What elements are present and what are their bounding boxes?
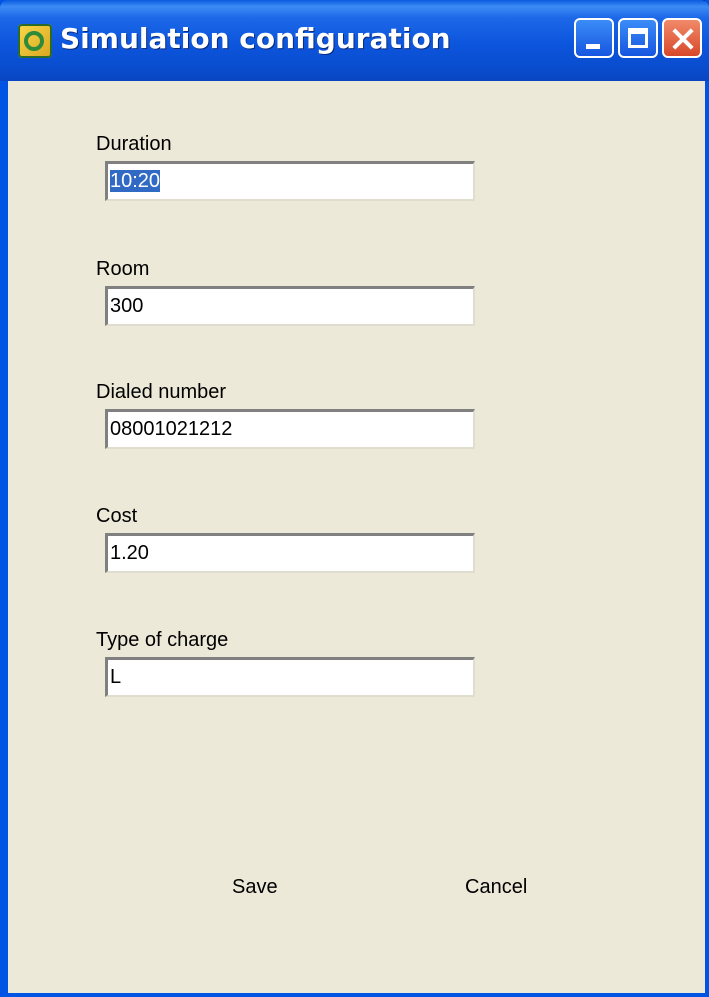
cancel-button[interactable]: Cancel xyxy=(465,876,527,899)
cost-field[interactable]: 1.20 xyxy=(105,533,475,573)
room-label: Room xyxy=(96,258,150,280)
maximize-icon[interactable] xyxy=(618,18,658,58)
dialed-number-label: Dialed number xyxy=(96,381,227,403)
type-of-charge-label: Type of charge xyxy=(96,629,229,651)
dialog-body: Duration 10:20 Room 300 Dialed number 08… xyxy=(8,81,705,993)
type-of-charge-field[interactable]: L xyxy=(105,657,475,697)
title-bar[interactable]: Simulation configuration xyxy=(0,0,709,81)
simulation-config-window: Simulation configuration Duration 10:20 … xyxy=(0,0,709,997)
close-icon[interactable] xyxy=(662,18,702,58)
save-button[interactable]: Save xyxy=(232,876,278,899)
window-title: Simulation configuration xyxy=(60,22,451,55)
duration-label: Duration xyxy=(96,133,172,155)
duration-field[interactable]: 10:20 xyxy=(105,161,475,201)
app-icon xyxy=(18,24,52,58)
minimize-icon[interactable] xyxy=(574,18,614,58)
room-field[interactable]: 300 xyxy=(105,286,475,326)
dialed-number-field[interactable]: 08001021212 xyxy=(105,409,475,449)
duration-value: 10:20 xyxy=(110,170,161,192)
cost-label: Cost xyxy=(96,505,138,527)
